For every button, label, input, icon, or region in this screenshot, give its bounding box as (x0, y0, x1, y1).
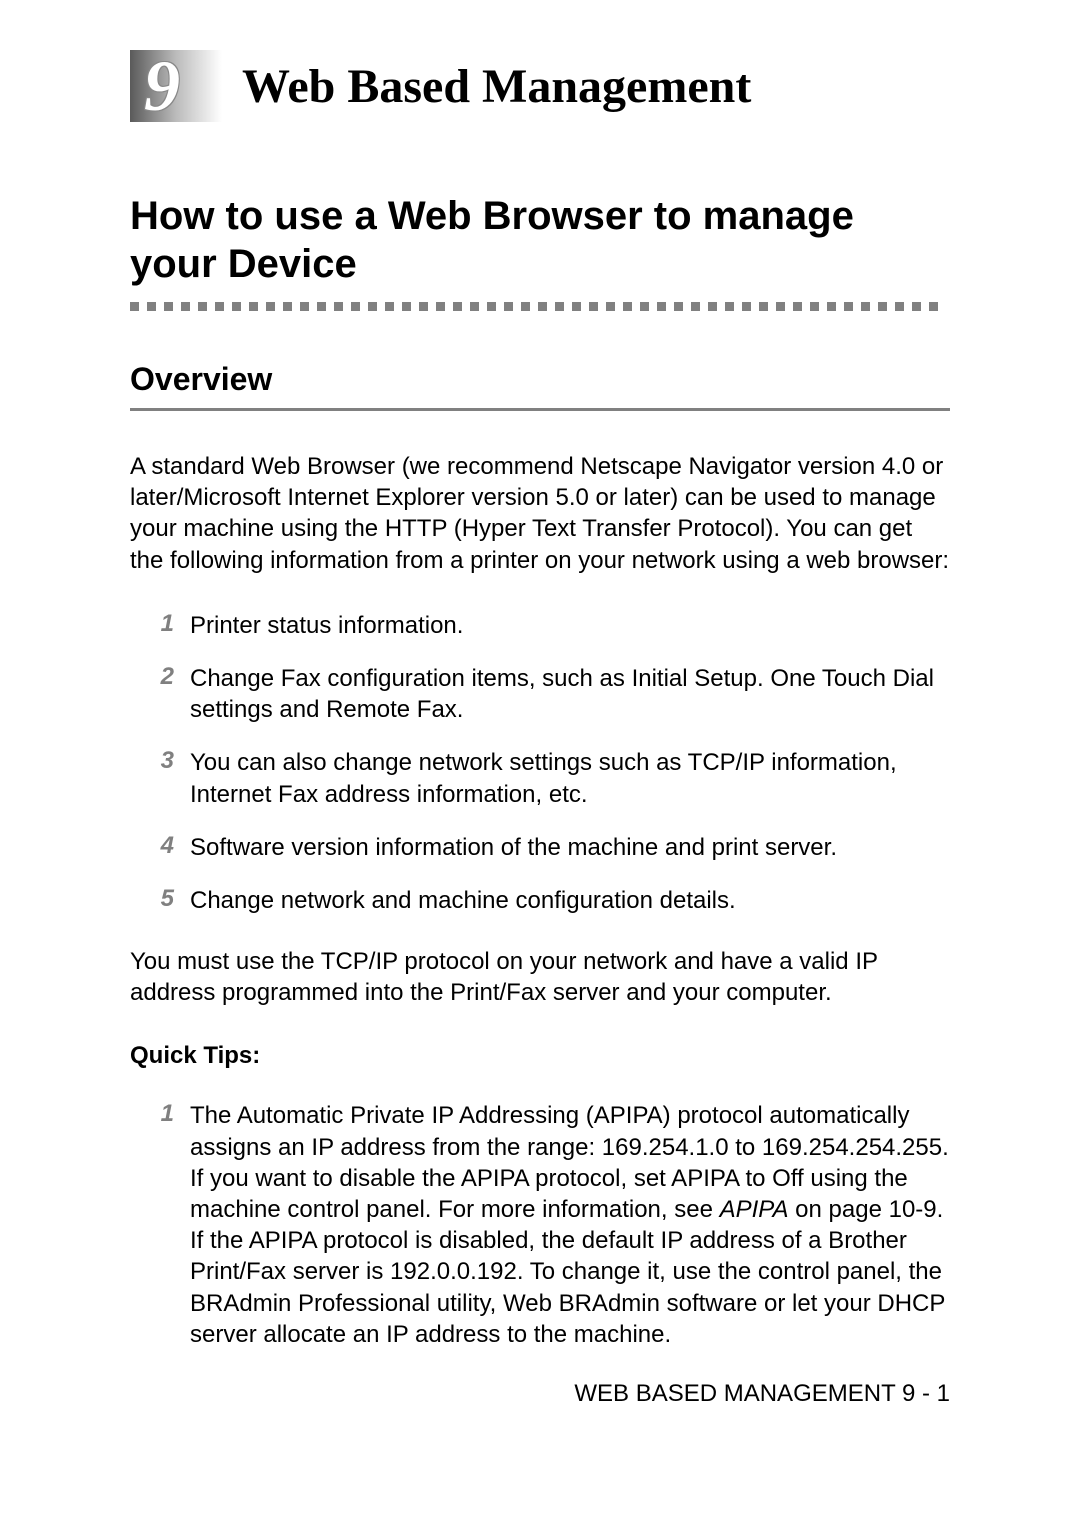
list-item: 1 The Automatic Private IP Addressing (A… (130, 1100, 950, 1350)
list-item: 3 You can also change network settings s… (130, 747, 950, 809)
intro-paragraph: A standard Web Browser (we recommend Net… (130, 451, 950, 576)
chapter-title: Web Based Management (242, 59, 751, 114)
list-number: 2 (134, 663, 174, 691)
subsection-underline (130, 408, 950, 411)
list-text: Change network and machine configuration… (190, 885, 950, 916)
numbered-list-main: 1 Printer status information. 2 Change F… (130, 610, 950, 916)
requirement-paragraph: You must use the TCP/IP protocol on your… (130, 946, 950, 1008)
dotted-separator (130, 302, 950, 311)
list-number: 5 (134, 885, 174, 913)
chapter-badge: 9 (130, 50, 222, 122)
chapter-header: 9 Web Based Management (130, 50, 950, 122)
quick-tips-heading: Quick Tips: (130, 1042, 950, 1070)
page-footer: WEB BASED MANAGEMENT 9 - 1 (130, 1380, 950, 1408)
list-item: 1 Printer status information. (130, 610, 950, 641)
list-number: 1 (134, 610, 174, 638)
list-number: 1 (134, 1100, 174, 1128)
list-number: 3 (134, 747, 174, 775)
list-text: The Automatic Private IP Addressing (API… (190, 1100, 950, 1350)
list-item: 2 Change Fax configuration items, such a… (130, 663, 950, 725)
list-item: 4 Software version information of the ma… (130, 832, 950, 863)
numbered-list-tips: 1 The Automatic Private IP Addressing (A… (130, 1100, 950, 1350)
list-text: You can also change network settings suc… (190, 747, 950, 809)
list-text: Change Fax configuration items, such as … (190, 663, 950, 725)
list-number: 4 (134, 832, 174, 860)
list-text: Software version information of the mach… (190, 832, 950, 863)
subsection-heading: Overview (130, 361, 950, 398)
tip-text-italic: APIPA (720, 1196, 789, 1223)
section-heading: How to use a Web Browser to manage your … (130, 192, 950, 288)
list-text: Printer status information. (190, 610, 950, 641)
chapter-number: 9 (144, 45, 180, 128)
list-item: 5 Change network and machine configurati… (130, 885, 950, 916)
